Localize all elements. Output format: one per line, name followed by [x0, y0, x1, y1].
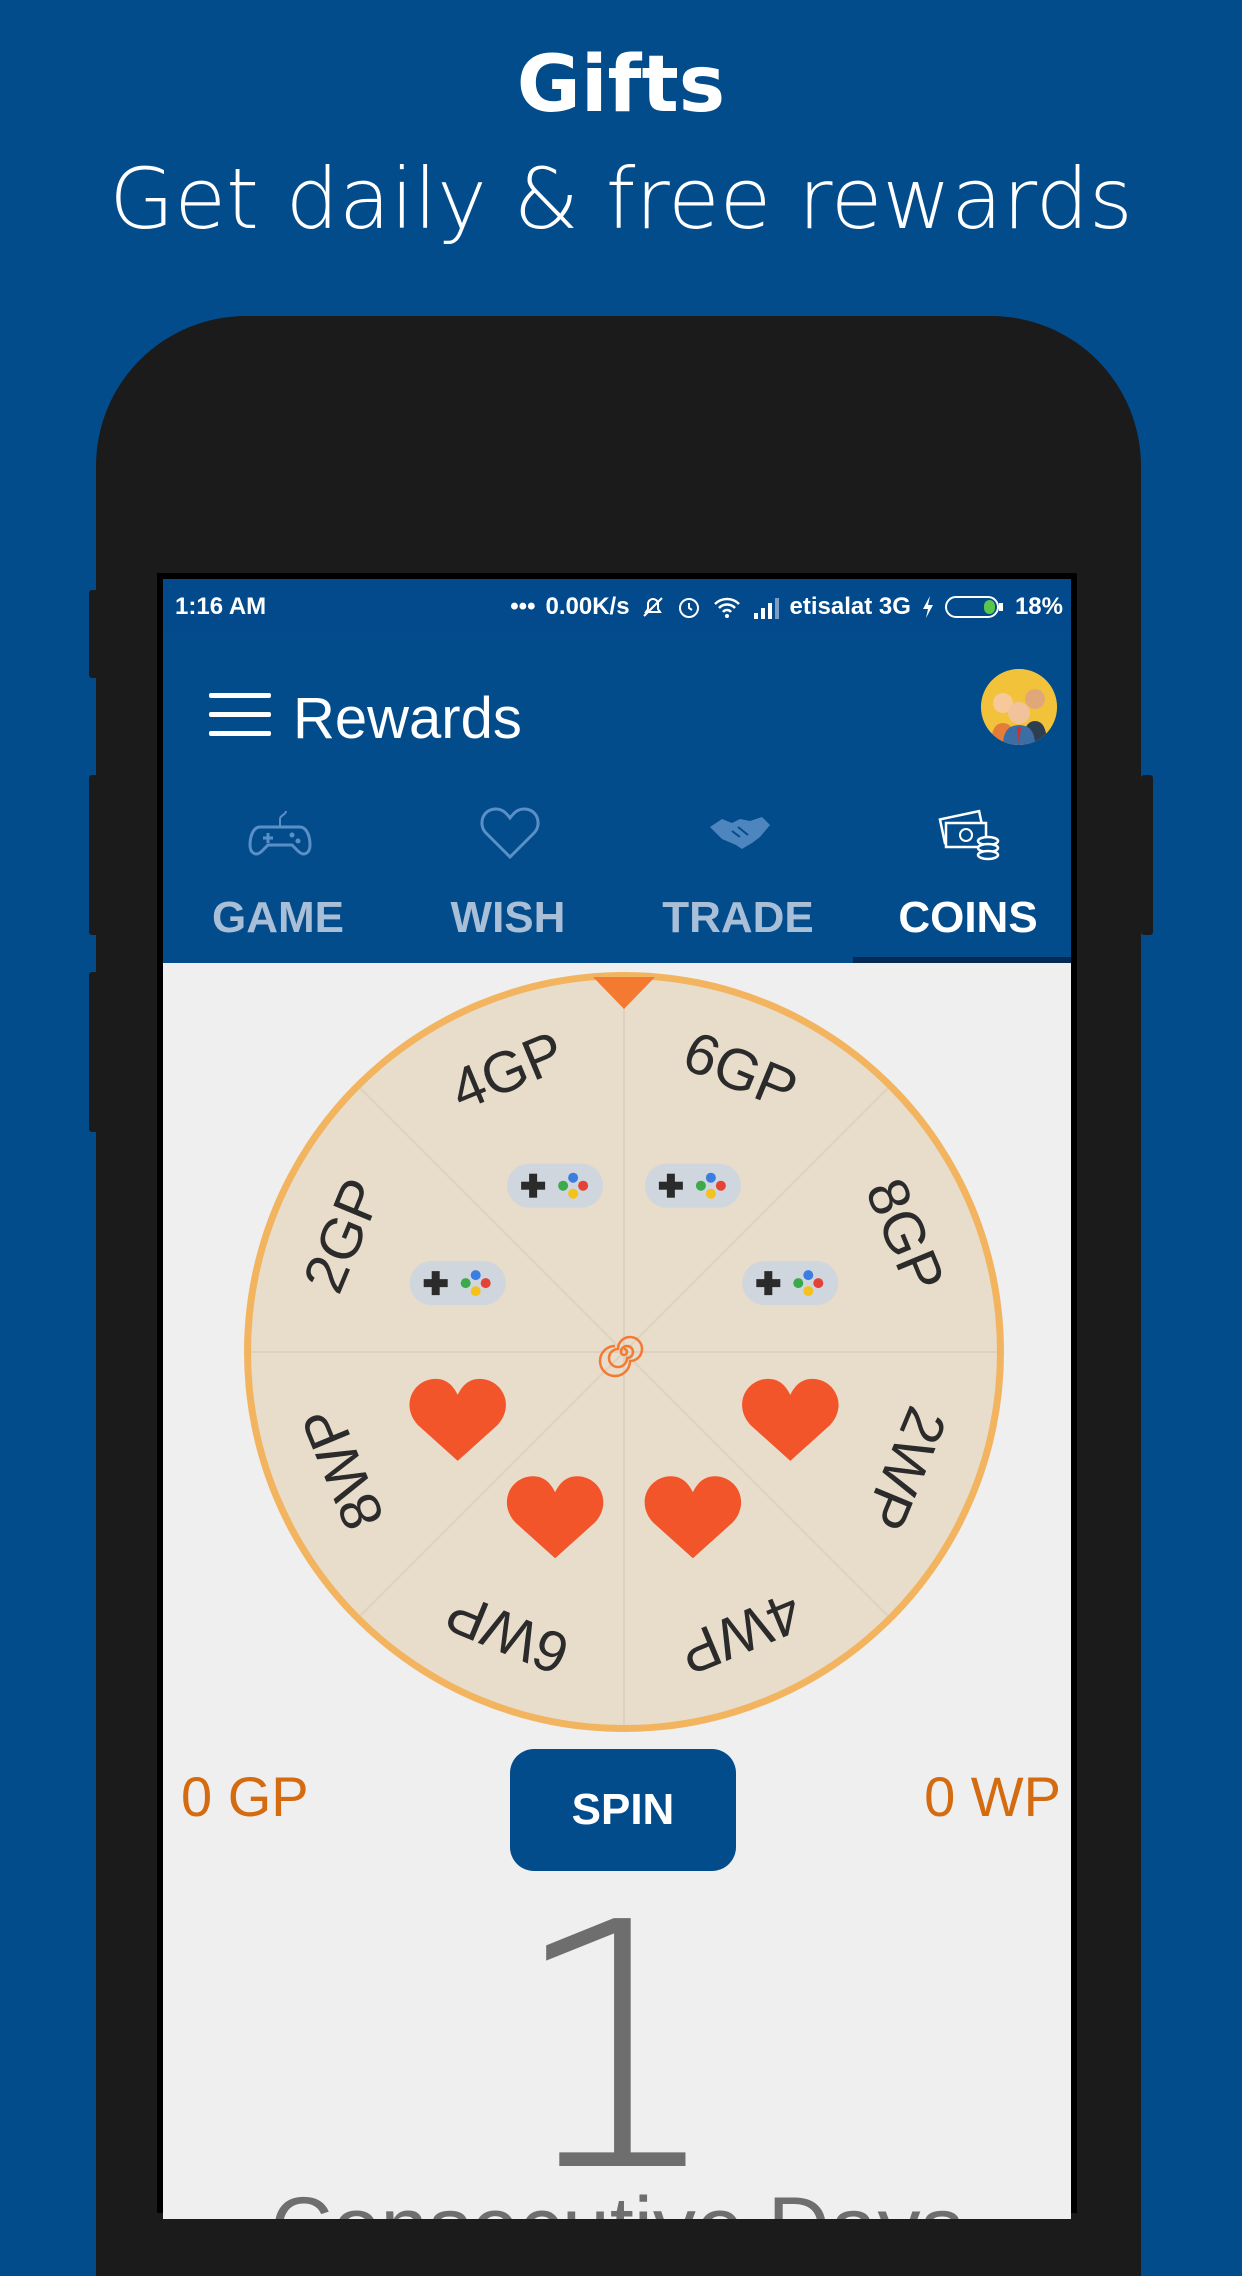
gp-score: 0 GP [181, 1765, 309, 1828]
coins-icon [938, 809, 1000, 861]
wifi-icon [713, 597, 740, 618]
charging-icon [922, 596, 933, 618]
phone-side-button [89, 972, 101, 1132]
gamepad-icon [644, 1163, 741, 1208]
heart-outline-icon [480, 807, 540, 860]
consecutive-days-label: Consecutive Days [163, 2179, 1071, 2219]
wheel-graphic: 6GP8GP2WP4WP6WP8WP2GP4GP [244, 972, 1004, 1732]
alarm-icon [678, 598, 699, 618]
gamepad-icon [409, 1261, 506, 1306]
status-time: 1:16 AM [175, 593, 267, 620]
wp-score: 0 WP [924, 1765, 1061, 1828]
app-bar: Rewards GAME WISH TRADE COINS [163, 633, 1071, 963]
battery-level: 18% [1014, 593, 1063, 620]
tab-label: COINS [898, 893, 1038, 942]
phone-side-button [1141, 775, 1153, 935]
gamepad-icon [507, 1163, 604, 1208]
gamepad-icon [742, 1261, 839, 1306]
phone-screen: 1:16 AM ••• 0.00K/s etisalat 3G 18% Rewa… [157, 573, 1077, 2219]
status-bar: 1:16 AM ••• 0.00K/s etisalat 3G 18% [163, 579, 1071, 633]
tab-wish[interactable]: WISH [393, 783, 623, 963]
avatar[interactable] [981, 669, 1057, 745]
silent-icon [642, 597, 663, 617]
promo-title: Gifts [516, 40, 726, 130]
tab-game[interactable]: GAME [163, 783, 393, 963]
signal-icon [753, 598, 779, 619]
handshake-icon [710, 817, 770, 849]
consecutive-day-count: 1 [508, 1851, 726, 2219]
tab-indicator [853, 957, 1071, 963]
tab-coins[interactable]: COINS [853, 783, 1071, 963]
tab-label: TRADE [662, 893, 814, 942]
app-title: Rewards [293, 686, 522, 751]
phone-side-button [89, 775, 101, 935]
tab-label: GAME [212, 893, 344, 942]
tab-label: WISH [450, 893, 566, 942]
phone-side-button [89, 590, 101, 678]
promo-subtitle: Get daily & free rewards [109, 150, 1133, 248]
menu-icon[interactable] [209, 693, 271, 737]
more-dots-icon: ••• [510, 593, 536, 620]
network-speed: 0.00K/s [545, 593, 630, 620]
carrier-name: etisalat 3G [789, 593, 911, 620]
battery-icon [944, 596, 1003, 618]
gamepad-icon [248, 810, 312, 856]
tab-trade[interactable]: TRADE [623, 783, 853, 963]
prize-wheel[interactable]: 6GP 8GP 2WP 4WP 6WP 8WP 2GP 4GP [239, 967, 1009, 1737]
